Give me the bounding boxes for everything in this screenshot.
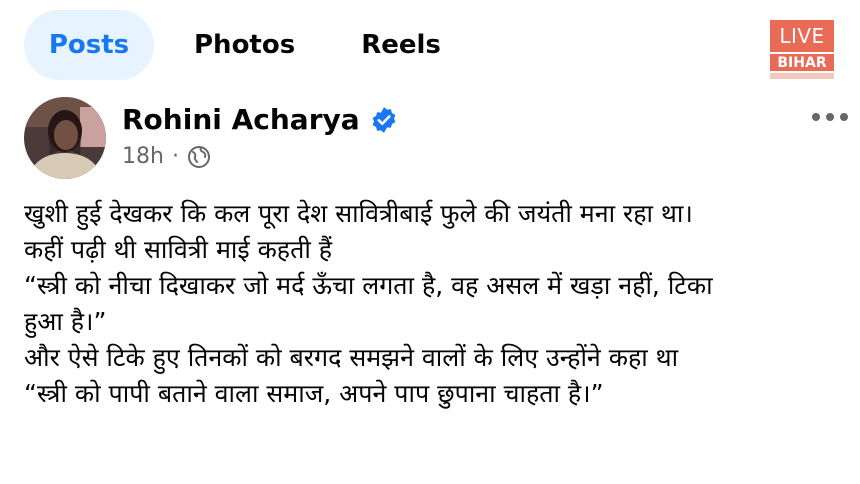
- tab-reels[interactable]: Reels: [361, 10, 441, 80]
- post-text-line: “स्त्री को पापी बताने वाला समाज, अपने पा…: [24, 379, 604, 408]
- post-timestamp[interactable]: 18h: [122, 144, 164, 169]
- post-text-line: कहीं पढ़ी थी सावित्री माई कहती हैं: [24, 235, 333, 264]
- post-text: खुशी हुई देखकर कि कल पूरा देश सावित्रीबा…: [24, 196, 854, 412]
- logo-bihar-text: BIHAR: [770, 54, 834, 71]
- globe-icon[interactable]: [187, 145, 211, 169]
- post-text-line: और ऐसे टिके हुए तिनकों को बरगद समझने वाल…: [24, 343, 679, 372]
- post-author[interactable]: Rohini Acharya: [122, 103, 398, 136]
- more-options-icon[interactable]: [812, 110, 848, 124]
- post-text-line: हुआ है।”: [24, 307, 107, 336]
- logo-tagline-strip: [770, 73, 834, 79]
- profile-tabs: Posts Photos Reels: [24, 10, 441, 80]
- live-bihar-logo: LIVE BIHAR: [770, 20, 834, 79]
- meta-separator: ·: [171, 144, 179, 169]
- more-dot: [812, 113, 820, 121]
- tab-photos[interactable]: Photos: [194, 10, 295, 80]
- more-dot: [840, 113, 848, 121]
- avatar[interactable]: [24, 97, 106, 179]
- post-meta: 18h ·: [122, 144, 211, 169]
- more-dot: [826, 113, 834, 121]
- verified-badge-icon: [372, 106, 395, 133]
- logo-live-text: LIVE: [770, 20, 834, 52]
- post-text-line: “स्त्री को नीचा दिखाकर जो मर्द ऊँचा लगता…: [24, 271, 713, 300]
- post-text-line: खुशी हुई देखकर कि कल पूरा देश सावित्रीबा…: [24, 199, 693, 228]
- author-name[interactable]: Rohini Acharya: [122, 103, 360, 136]
- tab-posts[interactable]: Posts: [24, 10, 154, 80]
